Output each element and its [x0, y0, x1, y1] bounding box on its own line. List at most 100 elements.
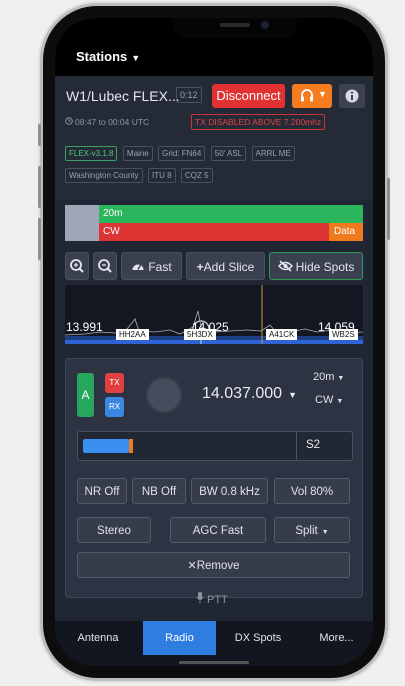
- station-tag: Grid: FN64: [158, 146, 206, 161]
- nav-tab-radio[interactable]: Radio: [143, 621, 216, 655]
- spot-label[interactable]: 5H3DX: [184, 329, 216, 340]
- agc-button[interactable]: AGC Fast: [170, 517, 266, 543]
- close-icon: ✕: [187, 560, 197, 572]
- speaker: [220, 23, 250, 27]
- clock-icon: [65, 117, 73, 125]
- hide-spots-label: Hide Spots: [295, 260, 355, 274]
- station-tag: ARRL ME: [251, 146, 295, 161]
- caret-down-icon: ▼: [131, 53, 141, 63]
- front-camera: [261, 21, 269, 29]
- remove-slice-button[interactable]: ✕Remove: [77, 552, 350, 578]
- freq-left-label: 13.991: [66, 320, 103, 334]
- remove-label: Remove: [196, 560, 240, 572]
- caret-down-icon: ▼: [337, 375, 345, 382]
- s-meter-reading: S2: [306, 439, 321, 451]
- disconnect-button[interactable]: Disconnect: [212, 84, 285, 108]
- bottom-nav: Antenna Radio DX Spots More...: [55, 621, 373, 666]
- mode-label: CW: [103, 226, 120, 237]
- nb-button[interactable]: NB Off: [132, 478, 186, 504]
- frequency-value: 14.037.000: [202, 385, 283, 402]
- notch: [173, 18, 297, 38]
- rx-toggle[interactable]: RX: [105, 397, 124, 417]
- headset-menu-button[interactable]: ▼: [292, 84, 332, 108]
- s-meter-fill: [83, 439, 129, 453]
- speedometer-icon: [132, 264, 144, 270]
- ptt-bar[interactable]: PTT: [55, 584, 373, 614]
- split-label: Split: [295, 525, 318, 537]
- spot-label[interactable]: HH2AA: [116, 329, 149, 340]
- station-tag: Washington County: [65, 168, 143, 183]
- zoom-in-icon: [70, 259, 84, 273]
- station-tag: Maine: [122, 146, 153, 161]
- headset-icon: [301, 89, 313, 102]
- volume-down-button: [38, 218, 41, 260]
- add-slice-button[interactable]: +Add Slice: [186, 252, 265, 280]
- frequency-display[interactable]: 14.037.000 ▼: [202, 385, 297, 403]
- mode-selector[interactable]: CW ▼: [315, 394, 343, 406]
- radio-title: W1/Lubec FLEX...: [66, 88, 180, 104]
- microphone-icon: [196, 592, 204, 603]
- fast-label: Fast: [148, 260, 172, 274]
- eye-slash-icon: [277, 260, 293, 272]
- mode-value: CW: [315, 394, 334, 406]
- tx-toggle[interactable]: TX: [105, 373, 124, 393]
- tx-disabled-warning: TX DISABLED ABOVE 7.200mhz: [191, 114, 326, 130]
- spot-label[interactable]: A41CK: [266, 329, 298, 340]
- band-segment: 20m: [99, 205, 363, 223]
- tuning-knob[interactable]: [146, 377, 182, 413]
- session-timer: 0:12: [176, 87, 202, 103]
- caret-down-icon: ▼: [321, 529, 329, 536]
- nav-tab-antenna[interactable]: Antenna: [55, 621, 141, 655]
- band-plan: 20m CW Data: [65, 205, 363, 241]
- caret-down-icon: ▼: [318, 89, 327, 99]
- spot-label[interactable]: WB2S: [329, 329, 358, 340]
- bandwidth-button[interactable]: BW 0.8 kHz: [191, 478, 268, 504]
- home-indicator: [179, 661, 249, 664]
- power-button: [387, 178, 390, 240]
- split-button[interactable]: Split ▼: [274, 517, 350, 543]
- s-meter-peak: [129, 439, 133, 453]
- station-tags: FLEX-v3.1.8 Maine Grid: FN64 50' ASL ARR…: [65, 143, 370, 187]
- caret-down-icon: ▼: [288, 390, 297, 400]
- version-tag: FLEX-v3.1.8: [65, 146, 118, 161]
- divider: [296, 432, 297, 460]
- station-tag: CQZ 5: [181, 168, 213, 183]
- panadapter-toolbar: Fast +Add Slice Hide Spots: [65, 252, 363, 282]
- data-segment: Data: [329, 223, 363, 241]
- radio-header: W1/Lubec FLEX... 0:12 Disconnect ▼ 08:47…: [55, 76, 373, 199]
- panadapter[interactable]: 13.991 14.025 14.059 HH2AA 5H3DX A41CK W…: [65, 285, 363, 344]
- s-meter: S2: [77, 431, 353, 461]
- app-screen: Stations ▼ W1/Lubec FLEX... 0:12 Disconne…: [55, 18, 373, 666]
- stations-dropdown[interactable]: Stations ▼: [76, 49, 140, 64]
- station-tag: 50' ASL: [210, 146, 247, 161]
- data-label: Data: [334, 226, 356, 237]
- band-plan-edge: [65, 205, 99, 241]
- fast-button[interactable]: Fast: [121, 252, 182, 280]
- hide-spots-button[interactable]: Hide Spots: [269, 252, 363, 280]
- volume-up-button: [38, 166, 41, 208]
- zoom-in-button[interactable]: [65, 252, 89, 280]
- band-value: 20m: [313, 371, 335, 383]
- stations-label: Stations: [76, 49, 128, 64]
- stereo-button[interactable]: Stereo: [77, 517, 151, 543]
- zoom-out-icon: [98, 259, 112, 273]
- volume-button[interactable]: Vol 80%: [274, 478, 350, 504]
- nav-tab-more[interactable]: More...: [300, 621, 373, 655]
- ptt-label: PTT: [207, 594, 228, 606]
- caret-down-icon: ▼: [336, 398, 344, 405]
- mode-segment: CW: [99, 223, 329, 241]
- nr-button[interactable]: NR Off: [77, 478, 127, 504]
- slice-panel: A TX RX 14.037.000 ▼ 20m ▼ CW ▼ S2 NR Off N…: [65, 358, 363, 598]
- band-selector[interactable]: 20m ▼: [313, 371, 344, 383]
- add-slice-label: Add Slice: [203, 260, 255, 274]
- nav-tab-dx-spots[interactable]: DX Spots: [218, 621, 298, 655]
- info-button[interactable]: [339, 84, 365, 108]
- station-tag: ITU 8: [147, 168, 176, 183]
- operating-times: 08:47 to 00:04 UTC: [75, 117, 150, 127]
- plus-icon: +: [196, 260, 204, 274]
- slice-letter-badge[interactable]: A: [77, 373, 94, 417]
- zoom-out-button[interactable]: [93, 252, 117, 280]
- band-label: 20m: [103, 208, 123, 219]
- info-icon: [345, 89, 359, 103]
- mute-switch: [38, 124, 41, 146]
